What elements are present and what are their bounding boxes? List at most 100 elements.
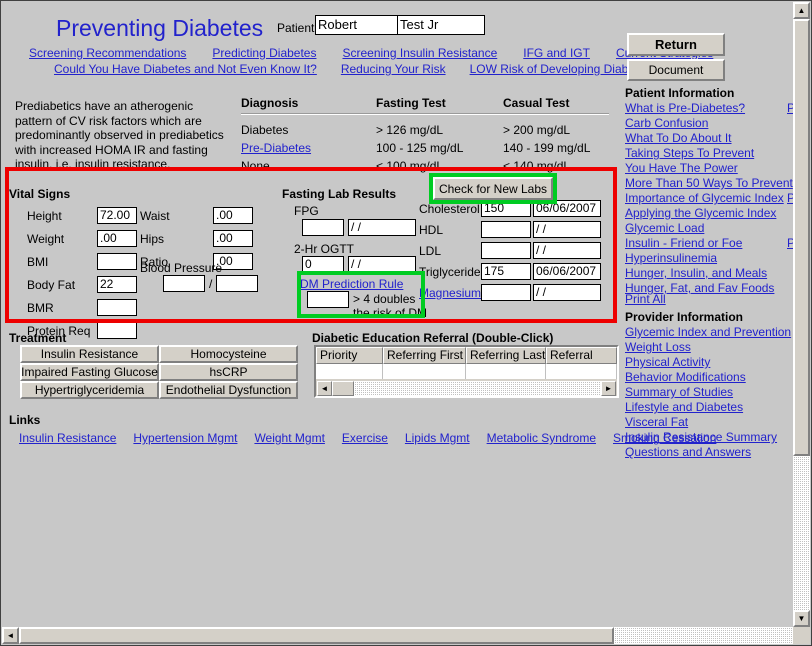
height-input[interactable]: 72.00 — [97, 207, 137, 224]
prov-link-questions-and-answers[interactable]: Questions and Answers — [625, 445, 751, 459]
scroll-up-arrow-icon[interactable]: ▲ — [793, 2, 810, 19]
bmi-input[interactable] — [97, 253, 137, 270]
prov-link-weight-loss[interactable]: Weight Loss — [625, 340, 691, 354]
col-referring-first[interactable]: Referring First — [383, 347, 466, 364]
pi-link-hunger-insulin-and-meals[interactable]: Hunger, Insulin, and Meals — [625, 266, 767, 280]
nav-link-ifg-and-igt[interactable]: IFG and IGT — [523, 46, 590, 60]
cell-priority[interactable] — [316, 364, 383, 379]
print-all-link[interactable]: Print All — [625, 292, 666, 306]
treatment-button-impaired-fasting-glucose[interactable]: Impaired Fasting Glucose — [20, 363, 159, 381]
ldl-date-input[interactable]: / / — [533, 242, 601, 259]
vertical-scroll-thumb[interactable] — [793, 19, 810, 456]
magnesium-value-input[interactable] — [481, 284, 531, 301]
waist-input[interactable]: .00 — [213, 207, 253, 224]
scroll-left-arrow-icon[interactable]: ◄ — [317, 381, 332, 396]
referral-horizontal-scrollbar[interactable]: ◄ ► — [317, 381, 616, 396]
link-hypertension-mgmt[interactable]: Hypertension Mgmt — [133, 431, 237, 445]
link-lipids-mgmt[interactable]: Lipids Mgmt — [405, 431, 470, 445]
ogtt-date-input[interactable]: / / — [348, 256, 416, 273]
triglycerides-value-input[interactable]: 175 — [481, 263, 531, 280]
pi-link-glycemic-load[interactable]: Glycemic Load — [625, 221, 704, 235]
pi-link-what-to-do-about-it[interactable]: What To Do About It — [625, 131, 732, 145]
cell-referring-first[interactable] — [383, 364, 466, 379]
cholesterol-date-input[interactable]: 06/06/2007 — [533, 200, 601, 217]
list-item: Insulin Resistance Summary — [625, 430, 791, 445]
treatment-button-hscrp[interactable]: hsCRP — [159, 363, 298, 381]
col-referring-last[interactable]: Referring Last — [466, 347, 546, 364]
nav-link-reducing-your-risk[interactable]: Reducing Your Risk — [341, 62, 446, 76]
prov-link-insulin-resistance-summary[interactable]: Insulin Resistance Summary — [625, 430, 777, 444]
label-waist: Waist — [140, 208, 170, 223]
diagnosis-name-link-pre-diabetes[interactable]: Pre-Diabetes — [241, 141, 376, 155]
weight-input[interactable]: .00 — [97, 230, 137, 247]
nav-link-predicting-diabetes[interactable]: Predicting Diabetes — [212, 46, 316, 60]
bp-diastolic-input[interactable] — [216, 275, 259, 292]
nav-link-screening-insulin-resistance[interactable]: Screening Insulin Resistance — [342, 46, 497, 60]
prov-link-physical-activity[interactable]: Physical Activity — [625, 355, 710, 369]
patient-first-name-input[interactable]: Robert — [315, 15, 405, 35]
pi-link-more-than-50-ways[interactable]: More Than 50 Ways To Prevent — [625, 176, 793, 190]
hdl-date-input[interactable]: / / — [533, 221, 601, 238]
scroll-left-arrow-icon[interactable]: ◄ — [2, 627, 19, 644]
pi-link-insulin-friend-or-foe[interactable]: Insulin - Friend or Foe — [625, 236, 742, 250]
col-priority[interactable]: Priority — [316, 347, 383, 364]
label-ldl: LDL — [419, 243, 442, 258]
cholesterol-value-input[interactable]: 150 — [481, 200, 531, 217]
pi-link-what-is-pre-diabetes[interactable]: What is Pre-Diabetes? — [625, 101, 745, 115]
fpg-date-input[interactable]: / / — [348, 219, 416, 236]
referral-scroll-track[interactable] — [354, 381, 601, 396]
bp-systolic-input[interactable] — [163, 275, 205, 292]
window-horizontal-scrollbar[interactable]: ◄ ► — [2, 627, 810, 644]
prov-link-summary-of-studies[interactable]: Summary of Studies — [625, 385, 733, 399]
check-for-new-labs-button[interactable]: Check for New Labs — [433, 177, 553, 200]
protein-req-input[interactable] — [97, 322, 137, 339]
referral-scroll-thumb[interactable] — [332, 381, 354, 396]
horizontal-scroll-thumb[interactable] — [19, 627, 614, 644]
prov-link-visceral-fat[interactable]: Visceral Fat — [625, 415, 688, 429]
dm-prediction-rule-link[interactable]: DM Prediction Rule — [300, 277, 403, 291]
link-insulin-resistance[interactable]: Insulin Resistance — [19, 431, 116, 445]
body-fat-input[interactable]: 22 — [97, 276, 137, 293]
ldl-value-input[interactable] — [481, 242, 531, 259]
document-button[interactable]: Document — [627, 59, 725, 81]
prov-link-behavior-modifications[interactable]: Behavior Modifications — [625, 370, 746, 384]
cell-referring-last[interactable] — [466, 364, 546, 379]
nav-link-could-you-have-diabetes[interactable]: Could You Have Diabetes and Not Even Kno… — [54, 62, 317, 76]
table-row[interactable] — [316, 364, 617, 379]
link-exercise[interactable]: Exercise — [342, 431, 388, 445]
treatment-button-endothelial-dysfunction[interactable]: Endothelial Dysfunction — [159, 381, 298, 399]
pi-link-you-have-the-power[interactable]: You Have The Power — [625, 161, 738, 175]
scroll-right-arrow-icon[interactable]: ► — [601, 381, 616, 396]
bmr-input[interactable] — [97, 299, 137, 316]
fpg-value-input[interactable] — [302, 219, 344, 236]
magnesium-date-input[interactable]: / / — [533, 284, 601, 301]
cell-referral[interactable] — [546, 364, 617, 379]
prov-link-lifestyle-and-diabetes[interactable]: Lifestyle and Diabetes — [625, 400, 743, 414]
return-button[interactable]: Return — [627, 33, 725, 56]
dm-prediction-value-input[interactable] — [307, 291, 349, 308]
treatment-button-insulin-resistance[interactable]: Insulin Resistance — [20, 345, 159, 363]
scroll-down-arrow-icon[interactable]: ▼ — [793, 610, 810, 627]
triglycerides-date-input[interactable]: 06/06/2007 — [533, 263, 601, 280]
link-weight-mgmt[interactable]: Weight Mgmt — [254, 431, 324, 445]
hdl-value-input[interactable] — [481, 221, 531, 238]
link-metabolic-syndrome[interactable]: Metabolic Syndrome — [487, 431, 596, 445]
prov-link-glycemic-index-and-prevention[interactable]: Glycemic Index and Prevention — [625, 325, 791, 339]
treatment-button-homocysteine[interactable]: Homocysteine — [159, 345, 298, 363]
pi-link-importance-of-glycemic-index[interactable]: Importance of Glycemic Index — [625, 191, 784, 205]
pi-link-carb-confusion[interactable]: Carb Confusion — [625, 116, 708, 130]
col-referral[interactable]: Referral — [546, 347, 617, 364]
hips-input[interactable]: .00 — [213, 230, 253, 247]
pi-link-applying-the-glycemic-index[interactable]: Applying the Glycemic Index — [625, 206, 776, 220]
pi-link-hyperinsulinemia[interactable]: Hyperinsulinemia — [625, 251, 717, 265]
magnesium-link[interactable]: Magnesium — [419, 286, 481, 300]
ogtt-value-input[interactable]: 0 — [302, 256, 344, 273]
nav-link-low-risk-developing-diabetes[interactable]: LOW Risk of Developing Diabetes — [470, 62, 651, 76]
treatment-button-hypertriglyceridemia[interactable]: Hypertriglyceridemia — [20, 381, 159, 399]
pi-link-taking-steps-to-prevent[interactable]: Taking Steps To Prevent — [625, 146, 754, 160]
window-vertical-scrollbar[interactable]: ▲ ▼ — [793, 2, 810, 627]
vital-row-bmr: BMR — [27, 296, 137, 319]
vital-row-height: Height 72.00 — [27, 204, 137, 227]
patient-last-name-input[interactable]: Test Jr — [397, 15, 485, 35]
nav-link-screening-recommendations[interactable]: Screening Recommendations — [29, 46, 186, 60]
